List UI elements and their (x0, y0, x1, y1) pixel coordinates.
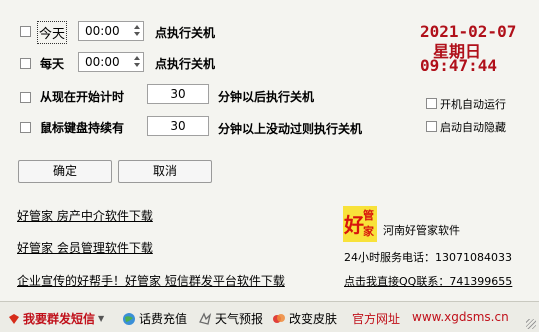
company-logo: 好 管 家 (343, 206, 377, 242)
idle-label: 鼠标键盘持续有 (40, 121, 125, 135)
globe-icon (122, 312, 136, 326)
sms-software-link[interactable]: 企业宣传的好帮手！好管家 短信群发平台软件下载 (17, 272, 285, 289)
timer-checkbox[interactable] (20, 92, 31, 103)
skin-icon (272, 312, 286, 326)
daily-label: 每天 (40, 57, 65, 71)
spinner-arrows-icon[interactable] (132, 23, 141, 39)
timer-label: 从现在开始计时 (40, 90, 125, 104)
autostart-label: 开机自动运行 (440, 98, 506, 111)
chevron-down-icon: ▼ (98, 314, 105, 323)
company-hotline: 24小时服务电话：13071084033 (344, 251, 512, 264)
recharge-label: 话费充值 (139, 312, 188, 326)
logo-char-big: 好 (344, 213, 364, 237)
site-label-text: 官方网址 (352, 312, 401, 326)
spinner-arrows-icon[interactable] (132, 54, 141, 70)
bottom-toolbar: 我要群发短信 ▼ 话费充值 天气预报 改变皮肤 官方网址 www.xgdsms.… (0, 301, 539, 332)
today-time-value: 00:00 (85, 24, 120, 38)
resize-grip-icon[interactable] (526, 319, 536, 329)
qq-contact-link[interactable]: 点击我直接QQ联系：741399655 (344, 273, 512, 289)
change-skin-button[interactable]: 改变皮肤 (272, 310, 337, 327)
weather-icon (198, 311, 212, 326)
send-sms-menu[interactable]: 我要群发短信 ▼ (8, 310, 104, 327)
realty-software-link[interactable]: 好管家 房产中介软件下载 (17, 207, 153, 224)
timer-suffix-label: 分钟以后执行关机 (218, 90, 315, 104)
autohide-label: 启动自动隐藏 (440, 121, 506, 134)
daily-time-spinner[interactable]: 00:00 (78, 52, 144, 72)
skin-label: 改变皮肤 (289, 312, 338, 326)
recharge-button[interactable]: 话费充值 (122, 310, 187, 327)
cancel-button[interactable]: 取消 (118, 160, 212, 183)
logo-char-small2: 家 (363, 225, 374, 238)
daily-action-label: 点执行关机 (155, 57, 216, 71)
autostart-checkbox[interactable] (426, 98, 437, 109)
ok-button[interactable]: 确定 (18, 160, 112, 183)
weather-button[interactable]: 天气预报 (198, 310, 263, 327)
send-sms-label: 我要群发短信 (23, 312, 96, 326)
today-label: 今天 (36, 21, 68, 44)
site-url-text: www.xgdsms.cn (412, 310, 509, 324)
official-site-link[interactable]: www.xgdsms.cn (412, 310, 509, 324)
company-name: 河南好管家软件 (383, 224, 460, 237)
daily-checkbox[interactable] (20, 58, 31, 69)
timer-minutes-input[interactable]: 30 (147, 84, 209, 104)
idle-suffix-label: 分钟以上没动过则执行关机 (218, 122, 363, 136)
autohide-checkbox[interactable] (426, 121, 437, 132)
today-action-label: 点执行关机 (155, 26, 216, 40)
sms-icon (8, 313, 20, 325)
logo-char-small1: 管 (363, 209, 374, 222)
official-site-label: 官方网址 (352, 310, 400, 327)
weather-label: 天气预报 (215, 312, 264, 326)
idle-checkbox[interactable] (20, 122, 31, 133)
today-checkbox[interactable] (20, 26, 31, 37)
daily-time-value: 00:00 (85, 55, 120, 69)
clock-time: 09:47:44 (420, 56, 498, 75)
member-software-link[interactable]: 好管家 会员管理软件下载 (17, 239, 153, 256)
today-time-spinner[interactable]: 00:00 (78, 21, 144, 41)
idle-minutes-input[interactable]: 30 (147, 116, 209, 136)
